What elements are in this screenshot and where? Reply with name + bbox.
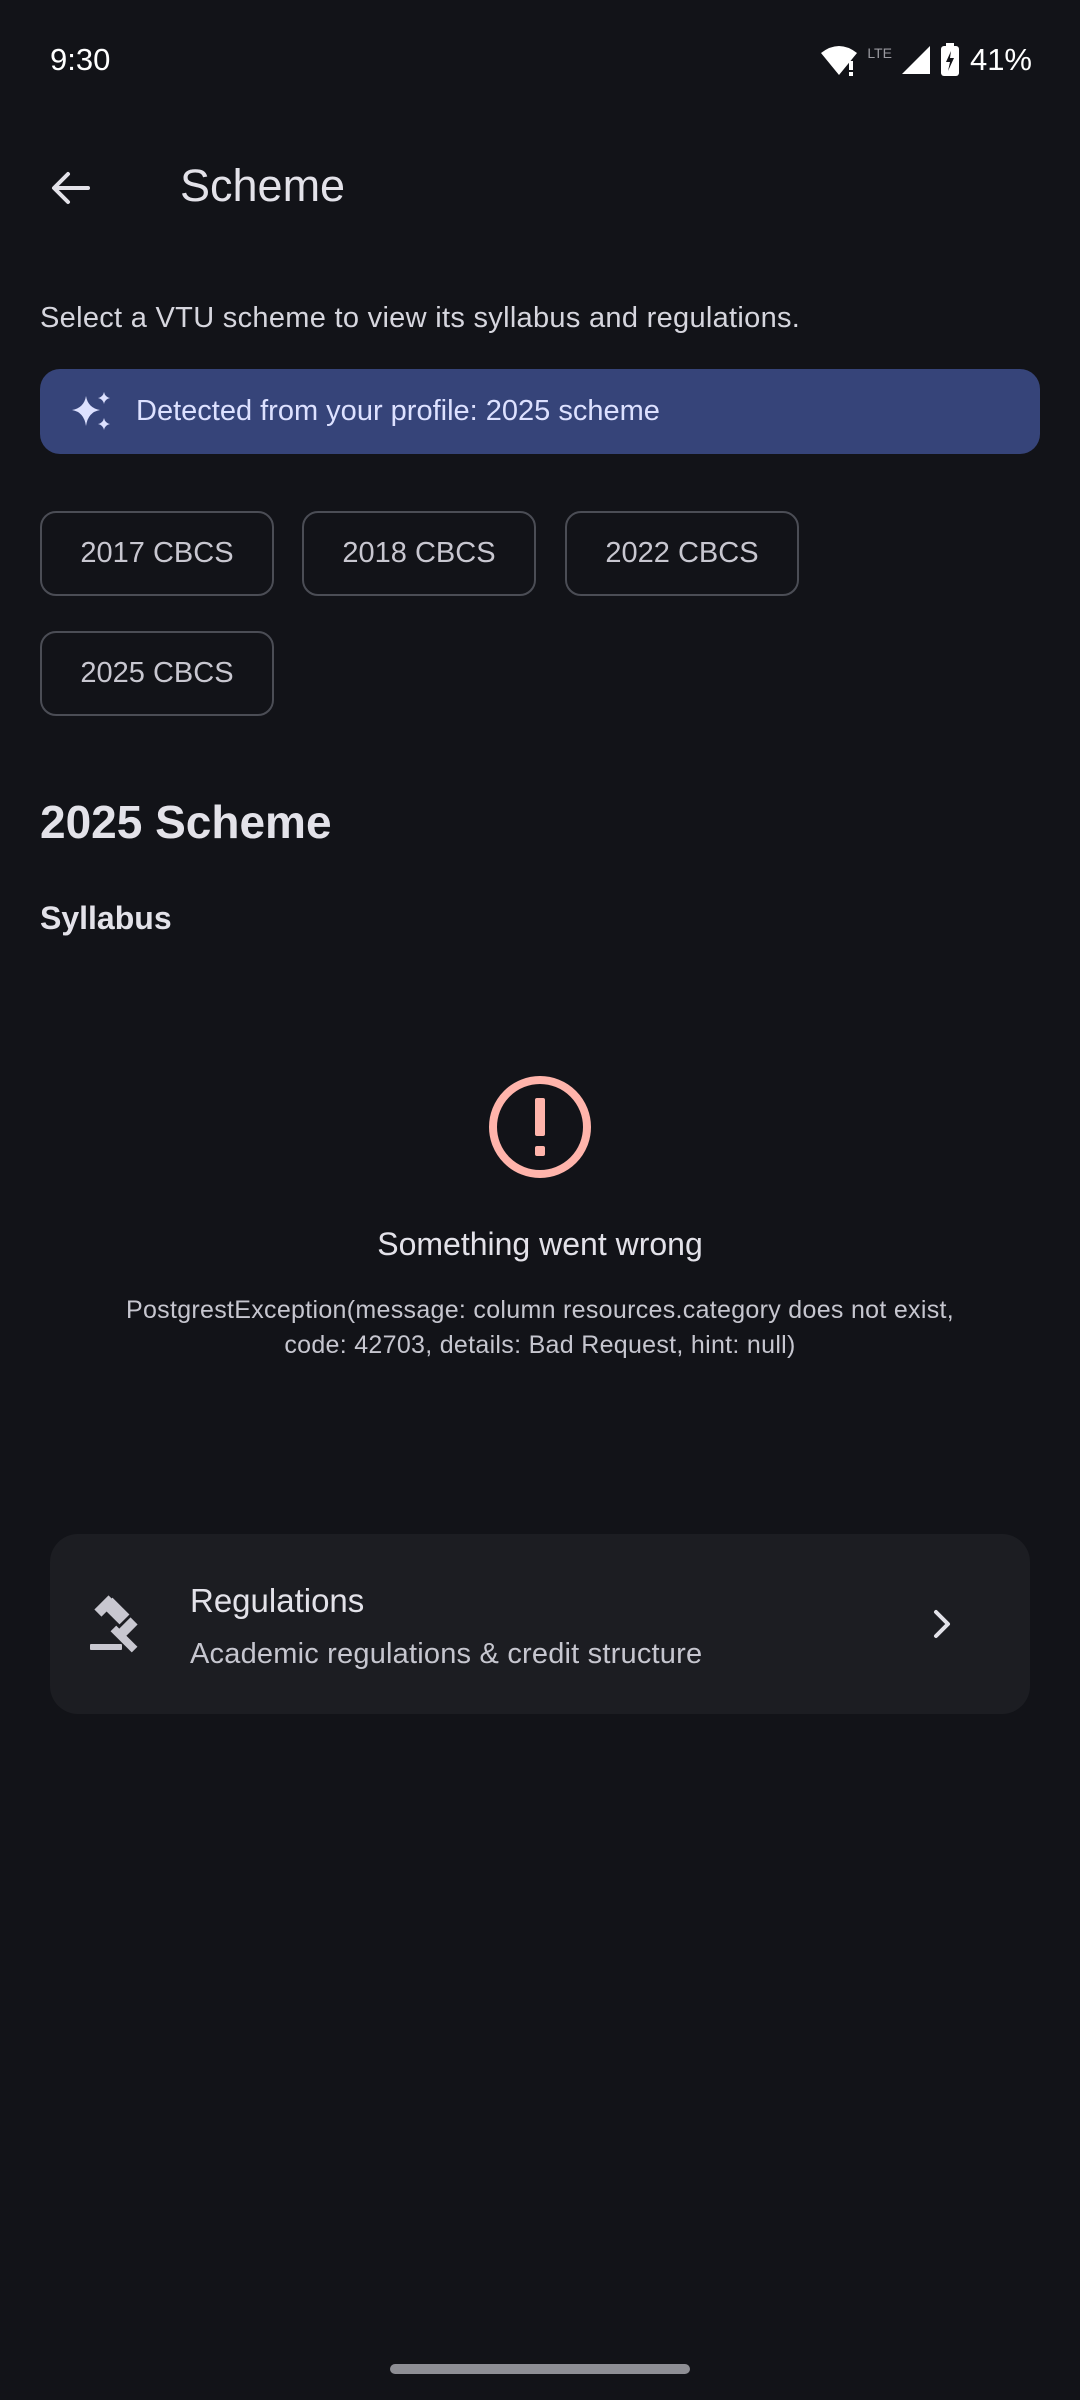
syllabus-heading: Syllabus bbox=[40, 900, 172, 936]
profile-detection-banner: Detected from your profile: 2025 scheme bbox=[40, 369, 1040, 454]
regulations-title: Regulations bbox=[190, 1582, 365, 1619]
intro-text: Select a VTU scheme to view its syllabus… bbox=[40, 302, 801, 334]
regulations-subtitle: Academic regulations & credit structure bbox=[190, 1638, 703, 1670]
network-label: LTE bbox=[867, 45, 892, 61]
home-indicator[interactable] bbox=[390, 2364, 690, 2374]
scheme-section-title: 2025 Scheme bbox=[40, 796, 332, 848]
battery-icon bbox=[940, 43, 960, 77]
scheme-chip-2025[interactable]: 2025 CBCS bbox=[40, 631, 274, 716]
back-button[interactable] bbox=[30, 150, 110, 230]
scheme-chip-2017[interactable]: 2017 CBCS bbox=[40, 511, 274, 596]
status-time: 9:30 bbox=[50, 42, 111, 77]
scheme-chip-2018[interactable]: 2018 CBCS bbox=[302, 511, 536, 596]
sparkle-icon bbox=[70, 390, 114, 434]
chevron-right-icon bbox=[924, 1606, 960, 1642]
scheme-chip-2022[interactable]: 2022 CBCS bbox=[565, 511, 799, 596]
gavel-icon bbox=[86, 1590, 152, 1656]
regulations-card[interactable]: Regulations Academic regulations & credi… bbox=[50, 1534, 1030, 1714]
page-title: Scheme bbox=[180, 160, 346, 211]
signal-icon bbox=[900, 44, 932, 76]
wifi-icon bbox=[819, 43, 859, 77]
error-detail: PostgrestException(message: column resou… bbox=[125, 1296, 955, 1359]
status-icons: LTE 41% bbox=[819, 40, 1032, 80]
status-bar: 9:30 LTE 41% bbox=[0, 0, 1080, 124]
error-title: Something went wrong bbox=[377, 1226, 703, 1262]
error-icon bbox=[487, 1074, 593, 1180]
arrow-back-icon bbox=[48, 166, 92, 215]
banner-text: Detected from your profile: 2025 scheme bbox=[136, 395, 660, 427]
battery-percent: 41% bbox=[969, 42, 1032, 77]
app-bar: Scheme bbox=[0, 124, 1080, 250]
